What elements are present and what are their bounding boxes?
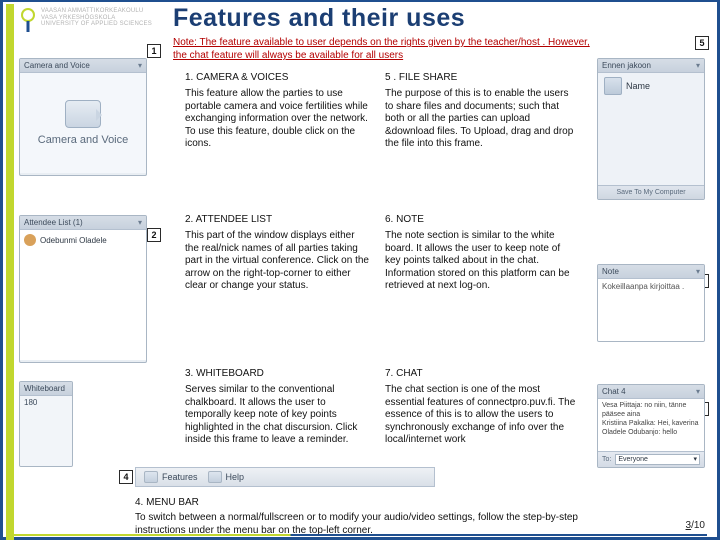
- chevron-down-icon[interactable]: ▾: [138, 216, 142, 229]
- marker-2: 2: [147, 228, 161, 242]
- menubar-screenshot: Features Help: [135, 467, 435, 487]
- chevron-down-icon[interactable]: ▾: [696, 385, 700, 398]
- note-panel: Note ▾ Kokeillaanpa kirjoittaa .: [597, 264, 705, 342]
- attendee-panel-title: Attendee List (1): [24, 216, 83, 229]
- list-item[interactable]: Name: [598, 73, 704, 99]
- note-text: Note: The feature available to user depe…: [173, 36, 603, 62]
- f5-body: The purpose of this is to enable the use…: [385, 88, 577, 151]
- features-icon: [144, 471, 158, 483]
- note-body[interactable]: Kokeillaanpa kirjoittaa .: [598, 279, 704, 341]
- f2-body: This part of the window displays either …: [185, 230, 370, 293]
- marker-1: 1: [147, 44, 161, 58]
- f4-heading: 4. MENU BAR: [135, 496, 595, 509]
- f5-heading: 5 . FILE SHARE: [385, 72, 577, 85]
- logo-block: VAASAN AMMATTIKORKEAKOULU VASA YRKESHÖGS…: [19, 8, 152, 32]
- f3-heading: 3. WHITEBOARD: [185, 368, 370, 381]
- page-number: 3/10: [686, 520, 705, 531]
- camera-panel: Camera and Voice ▾ Camera and Voice: [19, 58, 147, 176]
- camera-icon[interactable]: [65, 100, 101, 128]
- f6-heading: 6. NOTE: [385, 214, 577, 227]
- chevron-down-icon[interactable]: ▾: [696, 265, 700, 278]
- f7-body: The chat section is one of the most esse…: [385, 384, 577, 447]
- note-panel-title: Note: [602, 265, 619, 278]
- chevron-down-icon[interactable]: ▾: [696, 59, 700, 72]
- logo-line3: UNIVERSITY OF APPLIED SCIENCES: [41, 21, 152, 28]
- logo-line2: VASA YRKESHÖGSKOLA: [41, 15, 152, 22]
- f4-block: 4. MENU BAR To switch between a normal/f…: [135, 496, 595, 537]
- chat-to-dropdown[interactable]: Everyone ▾: [615, 454, 700, 465]
- chat-to-label: To:: [602, 456, 611, 463]
- whiteboard-panel-title: Whiteboard 180: [24, 382, 68, 395]
- attendee-name: Odebunmi Oladele: [40, 236, 107, 245]
- chat-line: Vesa Piittaja: no niin, tänne pääsee ain…: [602, 401, 700, 419]
- chat-panel: Chat 4 ▾ Vesa Piittaja: no niin, tänne pä…: [597, 384, 705, 468]
- chevron-down-icon[interactable]: ▾: [138, 59, 142, 72]
- share-item-name: Name: [626, 81, 650, 91]
- chevron-down-icon: ▾: [693, 455, 697, 464]
- f3-body: Serves similar to the conventional chalk…: [185, 384, 370, 447]
- chat-line: Oladele Odubanjo: hello: [602, 428, 700, 437]
- f7-heading: 7. CHAT: [385, 368, 577, 381]
- accent-bar: [6, 4, 14, 540]
- chat-line: Kristiina Pakalka: Hei, kaverina: [602, 419, 700, 428]
- chat-dd-value: Everyone: [618, 455, 648, 464]
- camera-panel-title: Camera and Voice: [24, 59, 90, 72]
- marker-5: 5: [695, 36, 709, 50]
- footer-accent: [13, 534, 707, 536]
- page-title: Features and their uses: [173, 4, 465, 33]
- f2-heading: 2. ATTENDEE LIST: [185, 214, 370, 227]
- avatar: [24, 234, 36, 246]
- save-to-computer-button[interactable]: Save To My Computer: [598, 185, 704, 199]
- list-item[interactable]: Odebunmi Oladele: [24, 234, 142, 246]
- f1-heading: 1. CAMERA & VOICES: [185, 72, 370, 85]
- help-icon: [208, 471, 222, 483]
- camera-label: Camera and Voice: [38, 134, 129, 146]
- whiteboard-panel: Whiteboard 180: [19, 381, 73, 467]
- share-panel: Ennen jakoon ▾ Name Save To My Computer: [597, 58, 705, 200]
- f6-body: The note section is similar to the white…: [385, 230, 577, 293]
- menu-help[interactable]: Help: [208, 471, 245, 483]
- file-icon: [604, 77, 622, 95]
- menu-features[interactable]: Features: [144, 471, 198, 483]
- logo-icon: [19, 8, 37, 32]
- logo-line1: VAASAN AMMATTIKORKEAKOULU: [41, 8, 152, 15]
- share-panel-title: Ennen jakoon: [602, 59, 651, 72]
- f1-body: This feature allow the parties to use po…: [185, 88, 370, 151]
- marker-4: 4: [119, 470, 133, 484]
- chat-panel-title: Chat 4: [602, 385, 626, 398]
- attendee-panel: Attendee List (1) ▾ Odebunmi Oladele: [19, 215, 147, 363]
